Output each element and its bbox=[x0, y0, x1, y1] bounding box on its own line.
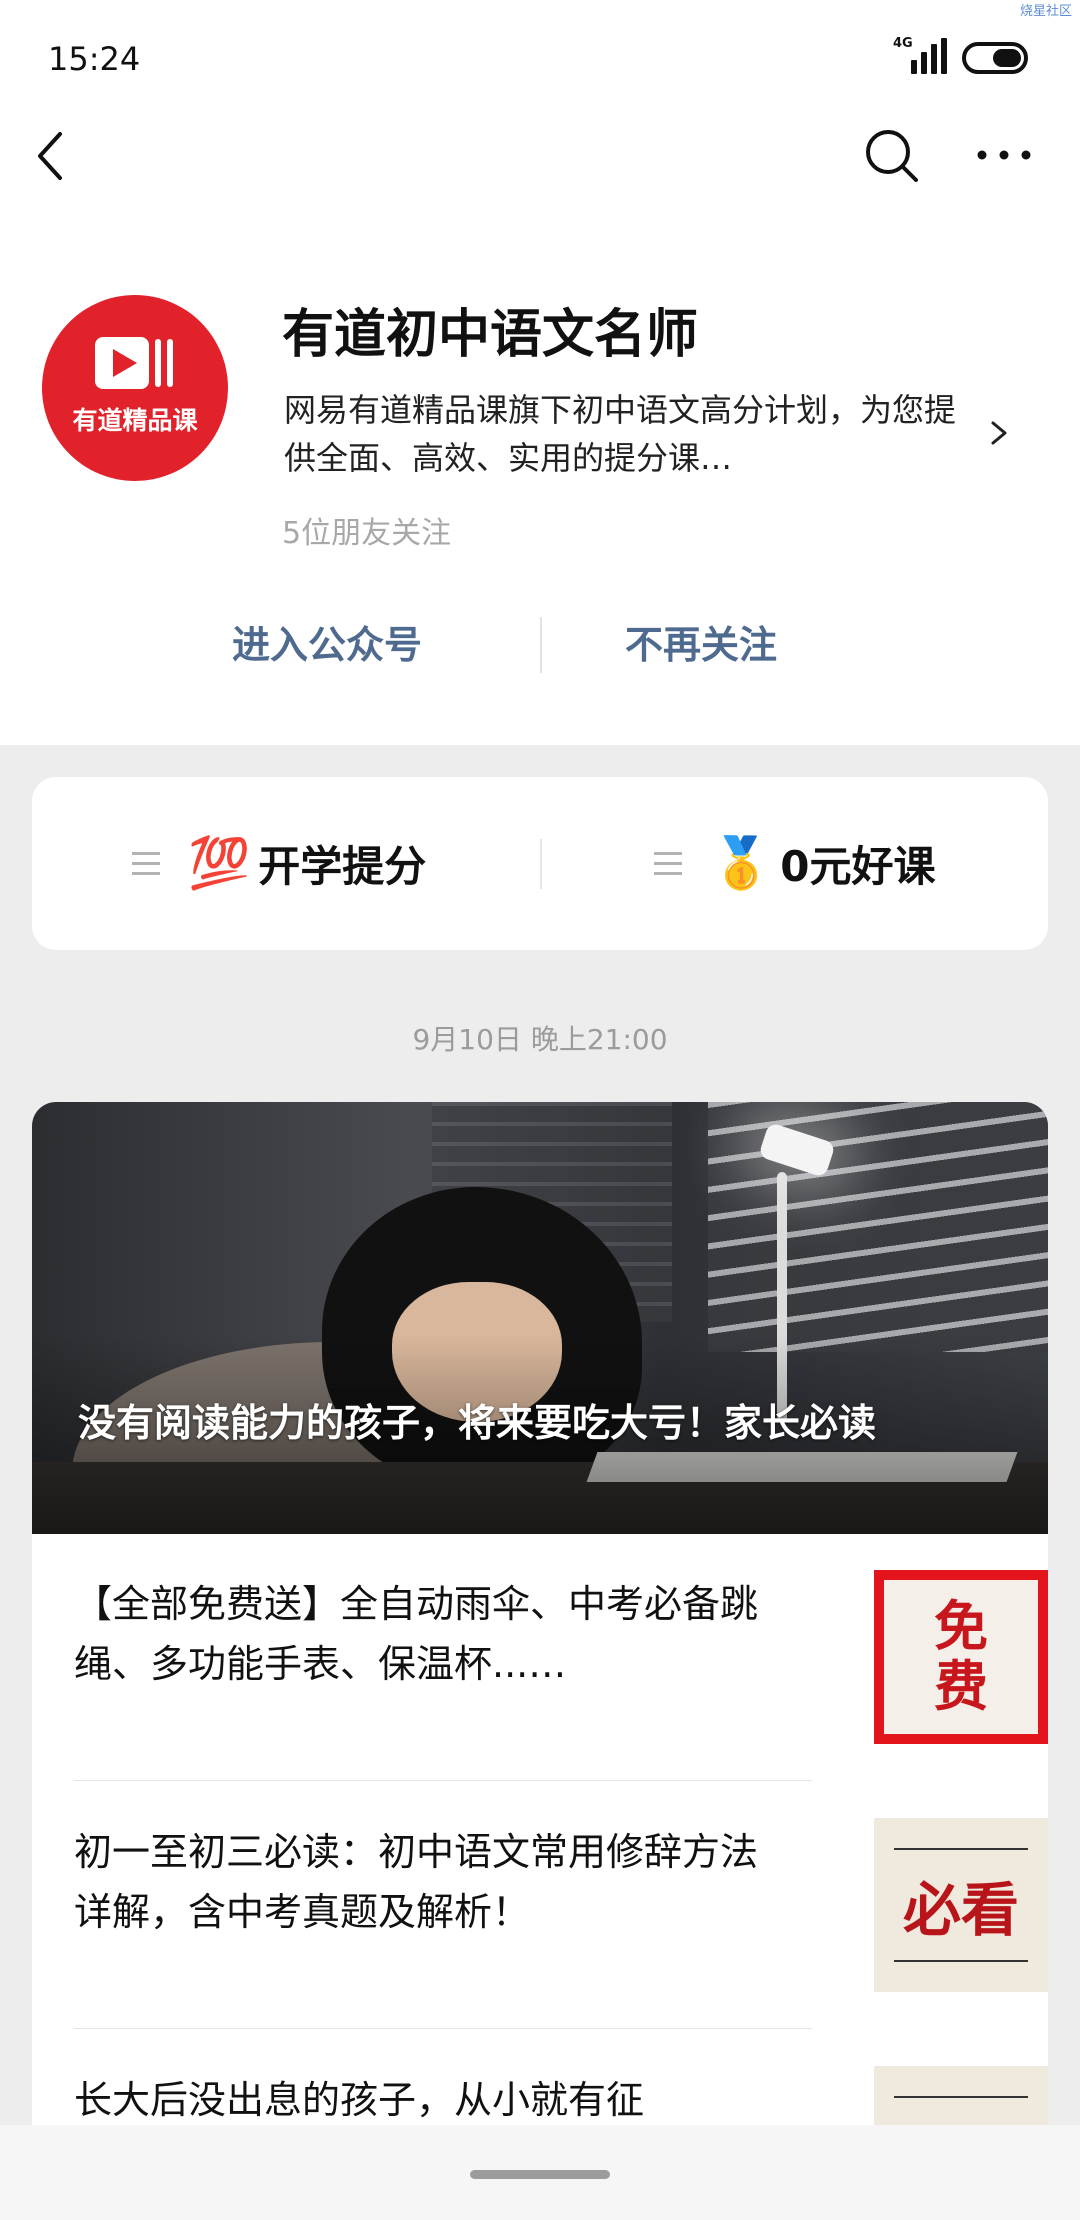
menu-item-term-boost[interactable]: 💯 开学提分 bbox=[132, 777, 426, 950]
menu-item-label: 开学提分 bbox=[258, 842, 427, 891]
article-list-item[interactable]: 初一至初三必读：初中语文常用修辞方法详解，含中考真题及解析！ 必看 bbox=[74, 1782, 1048, 2030]
list-divider bbox=[74, 1780, 812, 1781]
signal-icon: 4G bbox=[893, 36, 947, 74]
unfollow-button[interactable]: 不再关注 bbox=[625, 605, 777, 685]
account-actions: 进入公众号 不再关注 bbox=[0, 605, 1080, 685]
enter-account-button[interactable]: 进入公众号 bbox=[232, 605, 422, 685]
account-header-area: 15:24 烧星社区 4G 有道精品课 有道初中语文名师 网易有道精品课旗下初中… bbox=[0, 0, 1080, 745]
account-avatar[interactable]: 有道精品课 bbox=[42, 295, 228, 481]
article-title: 【全部免费送】全自动雨伞、中考必备跳绳、多功能手表、保温杯...… bbox=[74, 1582, 759, 1686]
actions-divider bbox=[540, 617, 542, 673]
followers-count: 5位朋友关注 bbox=[282, 516, 452, 551]
video-logo-icon bbox=[95, 337, 173, 389]
thumbnail-text: 费 bbox=[934, 1655, 988, 1718]
home-indicator[interactable] bbox=[470, 2170, 610, 2179]
watermark-text: 烧星社区 bbox=[1019, 4, 1072, 19]
article-thumbnail: 必看 bbox=[874, 1818, 1048, 1992]
hero-article-title: 没有阅读能力的孩子，将来要吃大亏！家长必读 bbox=[78, 1401, 877, 1445]
battery-icon bbox=[962, 42, 1028, 74]
account-description[interactable]: 网易有道精品课旗下初中语文高分计划，为您提供全面、高效、实用的提分课… bbox=[284, 386, 964, 482]
network-type: 4G bbox=[893, 36, 913, 51]
list-divider bbox=[74, 2028, 812, 2029]
more-icon[interactable] bbox=[974, 140, 1034, 170]
account-name: 有道初中语文名师 bbox=[282, 305, 699, 365]
thumbnail-text: 必看 bbox=[902, 1876, 1019, 1944]
back-icon[interactable] bbox=[30, 126, 80, 186]
list-icon bbox=[654, 851, 682, 876]
menu-item-label: 0元好课 bbox=[780, 842, 936, 891]
account-menu: 💯 开学提分 🥇 0元好课 bbox=[32, 777, 1048, 950]
list-icon bbox=[132, 851, 160, 876]
article-title: 初一至初三必读：初中语文常用修辞方法详解，含中考真题及解析！ bbox=[74, 1830, 759, 1934]
search-icon[interactable] bbox=[862, 126, 922, 186]
status-time: 15:24 bbox=[48, 40, 141, 78]
status-bar: 15:24 烧星社区 4G bbox=[0, 0, 1080, 120]
gesture-bar bbox=[0, 2125, 1080, 2220]
message-timestamp: 9月10日 晚上21:00 bbox=[412, 1023, 668, 1056]
hero-article[interactable]: 没有阅读能力的孩子，将来要吃大亏！家长必读 bbox=[32, 1102, 1048, 1534]
menu-divider bbox=[540, 839, 542, 889]
gold-medal-icon: 🥇 bbox=[710, 834, 773, 892]
article-card: 没有阅读能力的孩子，将来要吃大亏！家长必读 【全部免费送】全自动雨伞、中考必备跳… bbox=[32, 1102, 1048, 2220]
chevron-right-icon[interactable] bbox=[985, 413, 1013, 453]
article-list-item[interactable]: 【全部免费送】全自动雨伞、中考必备跳绳、多功能手表、保温杯...… 免 费 bbox=[74, 1534, 1048, 1782]
thumbnail-text: 免 bbox=[934, 1595, 988, 1658]
hundred-points-icon: 💯 bbox=[188, 834, 251, 892]
article-thumbnail: 免 费 bbox=[874, 1570, 1048, 1744]
menu-item-free-course[interactable]: 🥇 0元好课 bbox=[654, 777, 936, 950]
avatar-brand-text: 有道精品课 bbox=[72, 406, 198, 435]
nav-bar bbox=[0, 110, 1080, 200]
article-title: 长大后没出息的孩子，从小就有征 bbox=[74, 2078, 645, 2122]
